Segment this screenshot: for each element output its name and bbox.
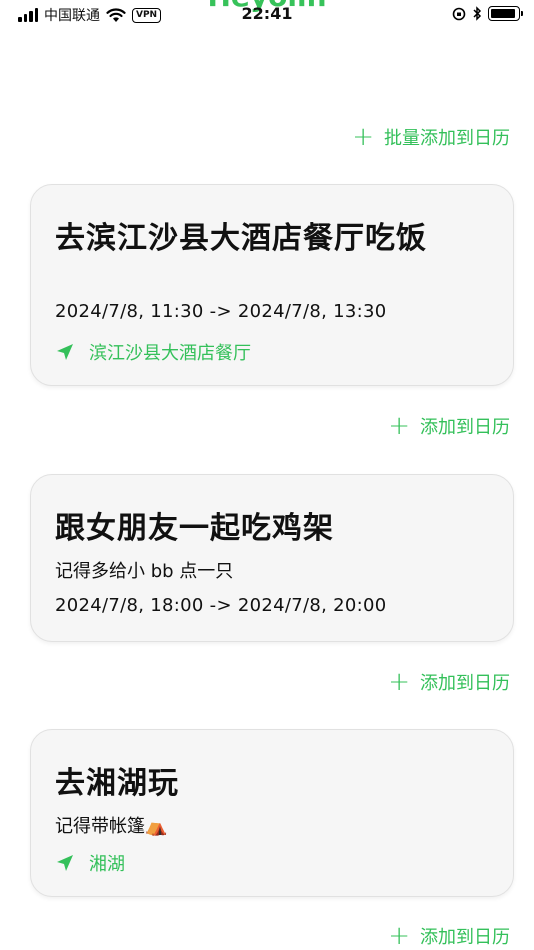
location-arrow-icon (57, 344, 73, 360)
batch-add-to-calendar-button[interactable]: + 批量添加到日历 (352, 124, 510, 150)
event-note: 记得带帐篷⛺ (55, 816, 168, 837)
event-title: 去湘湖玩 (55, 766, 179, 801)
battery-icon (488, 6, 523, 21)
event-title: 跟女朋友一起吃鸡架 (55, 511, 334, 546)
event-note: 记得多给小 bb 点一只 (55, 561, 234, 582)
plus-icon: + (388, 667, 410, 697)
event-location-label: 湘湖 (89, 854, 125, 875)
plus-icon: + (352, 122, 374, 152)
add-to-calendar-button[interactable]: + 添加到日历 (388, 923, 510, 949)
event-card[interactable]: 跟女朋友一起吃鸡架 记得多给小 bb 点一只 2024/7/8, 18:00 -… (30, 474, 514, 642)
add-to-calendar-button[interactable]: + 添加到日历 (388, 413, 510, 439)
location-arrow-icon (57, 855, 73, 871)
plus-icon: + (388, 411, 410, 441)
event-location-label: 滨江沙县大酒店餐厅 (89, 343, 251, 364)
add-to-calendar-label: 添加到日历 (420, 673, 510, 694)
add-to-calendar-button[interactable]: + 添加到日历 (388, 669, 510, 695)
event-time: 2024/7/8, 11:30 -> 2024/7/8, 13:30 (55, 301, 387, 322)
event-location[interactable]: 湘湖 (55, 850, 125, 876)
event-title: 去滨江沙县大酒店餐厅吃饭 (55, 221, 427, 256)
status-right (452, 6, 523, 21)
event-card[interactable]: 去湘湖玩 记得带帐篷⛺ 湘湖 (30, 729, 514, 897)
event-time: 2024/7/8, 18:00 -> 2024/7/8, 20:00 (55, 595, 387, 616)
status-bar: Heyolin 中国联通 VPN 22:41 (0, 0, 534, 30)
plus-icon: + (388, 921, 410, 950)
bluetooth-icon (473, 6, 482, 21)
add-to-calendar-label: 添加到日历 (420, 417, 510, 438)
event-card[interactable]: 去滨江沙县大酒店餐厅吃饭 2024/7/8, 11:30 -> 2024/7/8… (30, 184, 514, 386)
event-location[interactable]: 滨江沙县大酒店餐厅 (55, 339, 251, 365)
batch-add-label: 批量添加到日历 (384, 128, 510, 149)
orientation-lock-icon (452, 7, 466, 20)
add-to-calendar-label: 添加到日历 (420, 927, 510, 948)
